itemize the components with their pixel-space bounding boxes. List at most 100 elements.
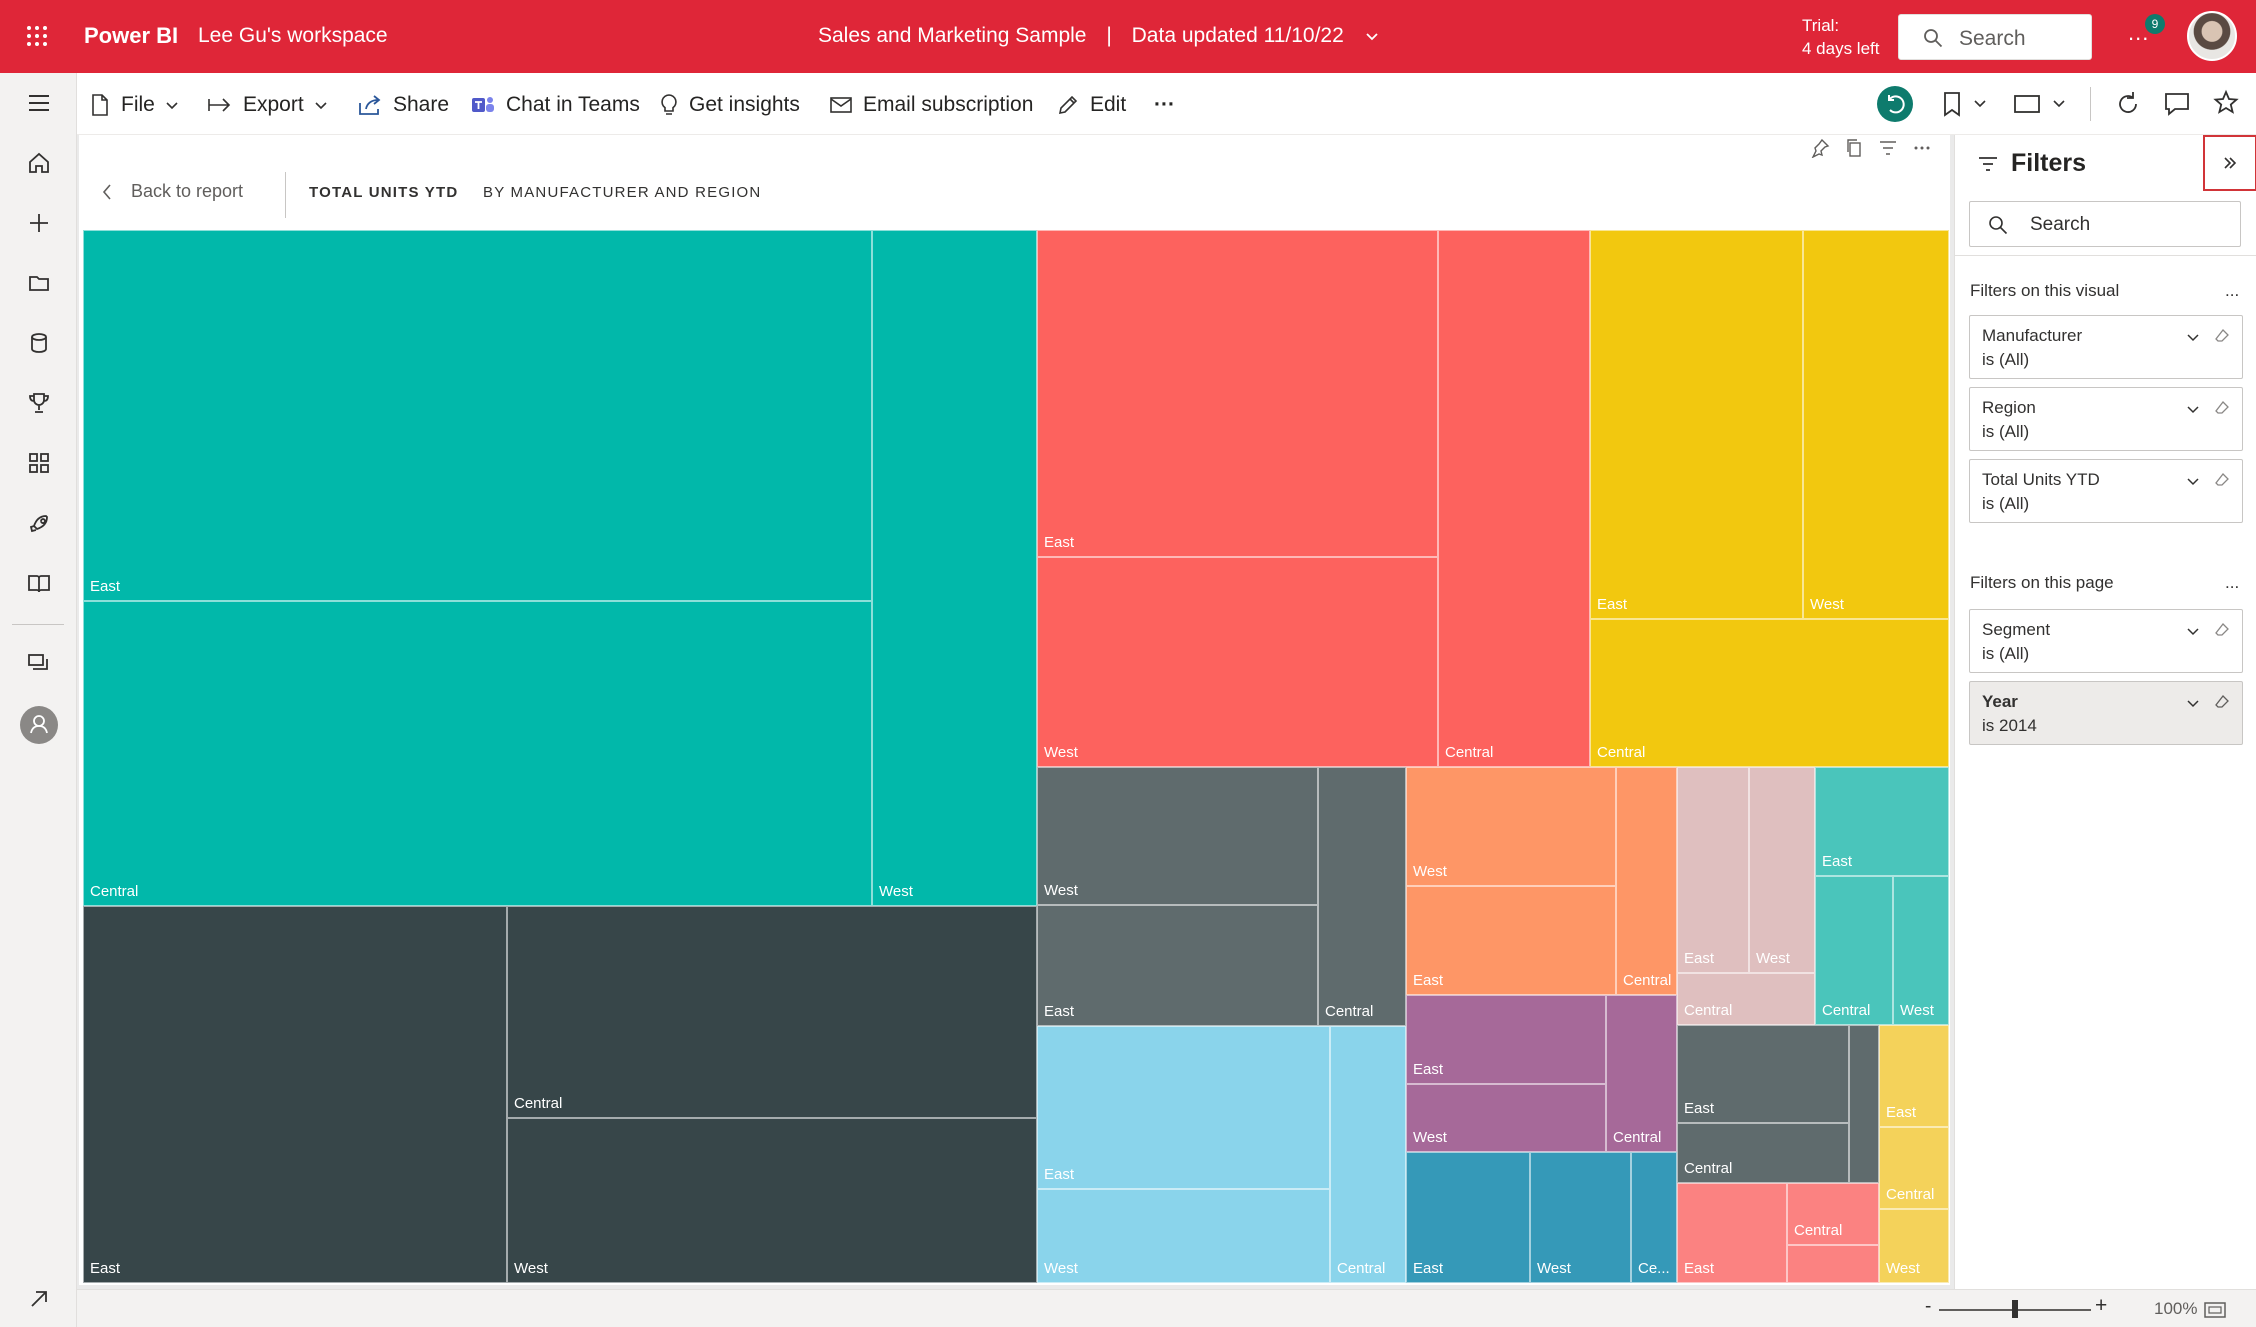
app-launcher-icon[interactable] [25,24,49,48]
create-plus-icon[interactable] [26,210,52,236]
treemap-tile[interactable]: East [83,230,872,601]
treemap-tile[interactable]: East [1037,1026,1330,1189]
fit-to-page-icon[interactable] [2203,1301,2227,1319]
treemap-manufacturer-palma[interactable]: EastCentralWestPalma [1879,1025,1949,1283]
visual-filters-more-button[interactable]: ... [2225,281,2239,301]
treemap-tile[interactable]: East [1677,1183,1787,1283]
treemap-tile[interactable]: East [1879,1025,1949,1127]
treemap-tile[interactable]: West [872,230,1037,906]
goals-trophy-icon[interactable] [26,390,52,416]
zoom-slider-thumb[interactable] [2012,1300,2018,1318]
treemap-tile[interactable]: Central [507,906,1037,1118]
treemap-tile[interactable]: Central [1616,767,1677,995]
filter-card-manufacturer[interactable]: Manufacturer is (All) [1969,315,2243,379]
treemap-tile[interactable]: Ce... [1631,1152,1677,1283]
clear-filter-eraser-icon[interactable] [2214,694,2230,710]
hamburger-menu-icon[interactable] [26,90,52,116]
home-icon[interactable] [26,150,52,176]
chevron-down-icon[interactable] [2186,474,2200,488]
treemap-tile[interactable]: East [1677,1025,1849,1123]
export-menu-button[interactable]: Export [207,91,328,119]
clear-filter-eraser-icon[interactable] [2214,472,2230,488]
treemap-manufacturer-leo[interactable]: EastCentralWestLeo [1815,767,1949,1025]
treemap-tile[interactable]: West [1803,230,1949,619]
trial-status[interactable]: Trial: 4 days left [1802,14,1880,60]
treemap-manufacturer-pirum[interactable]: EastWestCentralPirum [1590,230,1949,767]
chat-in-teams-button[interactable]: Chat in Teams [470,91,640,119]
collapse-filters-button[interactable] [2203,135,2256,191]
global-search-input[interactable]: Search [1898,14,2092,60]
refresh-icon[interactable] [2113,87,2143,121]
data-hub-icon[interactable] [26,330,52,356]
user-avatar[interactable] [2187,11,2237,61]
bookmark-icon[interactable] [1939,87,1993,121]
treemap-tile[interactable]: East [1677,767,1749,973]
chevron-down-icon[interactable] [2186,624,2200,638]
report-name[interactable]: Sales and Marketing Sample [818,24,1086,47]
treemap-tile[interactable]: Central [1330,1026,1406,1283]
treemap-tile[interactable]: East [1037,905,1318,1026]
treemap-manufacturer-victoria[interactable]: EastWestCentralVictoria [1406,995,1677,1152]
back-to-report-link[interactable]: Back to report [101,181,243,202]
filter-card-region[interactable]: Region is (All) [1969,387,2243,451]
email-subscription-button[interactable]: Email subscription [829,91,1033,119]
treemap-tile[interactable]: West [1893,876,1949,1025]
notification-badge[interactable]: 9 [2145,14,2165,34]
pin-icon[interactable] [1810,138,1830,158]
treemap-tile[interactable]: East [83,906,507,1283]
share-button[interactable]: Share [357,91,449,119]
filters-search-input[interactable]: Search [1969,201,2241,247]
brand-title[interactable]: Power BI [84,23,178,49]
learn-book-icon[interactable] [26,570,52,596]
filter-card-total-units-ytd[interactable]: Total Units YTD is (All) [1969,459,2243,523]
treemap-tile[interactable]: East [1815,767,1949,876]
treemap-manufacturer-quibus[interactable]: WestEastCentralQuibus [1037,767,1406,1026]
treemap-manufacturer-salvus[interactable]: EastCentralSalvus [1677,1183,1879,1283]
chevron-down-icon[interactable] [1364,28,1380,44]
treemap-tile[interactable]: West [1037,1189,1330,1283]
treemap-tile[interactable]: Central [1787,1183,1879,1245]
apps-icon[interactable] [26,450,52,476]
filter-icon[interactable] [1878,138,1898,158]
edit-button[interactable]: Edit [1056,91,1126,119]
treemap-tile[interactable]: East [1037,230,1438,557]
treemap-tile[interactable]: Central [1606,995,1677,1152]
treemap-tile[interactable]: Central [1438,230,1590,767]
clear-filter-eraser-icon[interactable] [2214,328,2230,344]
treemap-manufacturer-vanarsdel[interactable]: EastCentralWestVanArsdel [83,230,1037,906]
file-menu-button[interactable]: File [89,91,179,119]
treemap-manufacturer-fama[interactable]: EastWestCentralFama [1677,767,1815,1025]
treemap-tile[interactable]: Central [1677,973,1815,1025]
treemap-manufacturer-natura[interactable]: EastCentralWestNatura [83,906,1037,1283]
copy-visual-icon[interactable] [1844,138,1864,158]
zoom-in-button[interactable]: + [2095,1294,2107,1318]
treemap-manufacturer-abbas[interactable]: WestEastCentralAbbas [1406,767,1677,995]
treemap-tile[interactable]: West [1749,767,1815,973]
zoom-out-button[interactable]: - [1925,1296,1931,1318]
treemap-manufacturer-barba[interactable]: EastCentralBarba [1677,1025,1879,1183]
treemap-manufacturer-currus[interactable]: EastWestCentralCurrus [1037,1026,1406,1283]
treemap-tile[interactable]: East [1590,230,1803,619]
view-layout-icon[interactable] [2012,87,2074,121]
expand-arrow-icon[interactable] [26,1286,52,1312]
treemap-tile[interactable]: West [1879,1209,1949,1283]
clear-filter-eraser-icon[interactable] [2214,622,2230,638]
treemap-tile[interactable]: East [1406,995,1606,1084]
treemap-tile[interactable]: East [1406,886,1616,995]
treemap-tile[interactable]: West [1037,557,1438,767]
workspace-link[interactable]: Lee Gu's workspace [198,24,388,48]
my-workspace-avatar-icon[interactable] [20,706,58,744]
report-title-group[interactable]: Sales and Marketing Sample | Data update… [818,24,1380,48]
treemap-tile[interactable]: West [1037,767,1318,905]
chevron-down-icon[interactable] [2186,696,2200,710]
treemap-tile[interactable]: Central [1815,876,1893,1025]
treemap-tile[interactable]: West [1530,1152,1631,1283]
data-updated-label[interactable]: Data updated 11/10/22 [1132,24,1344,47]
treemap-manufacturer-pomum[interactable]: EastWestCe...Pomum [1406,1152,1677,1283]
more-options-icon[interactable] [1912,138,1932,158]
workspaces-icon[interactable] [26,650,52,676]
toolbar-more-button[interactable]: ··· [1154,91,1175,119]
favorite-star-icon[interactable] [2211,87,2241,121]
chevron-down-icon[interactable] [2186,402,2200,416]
treemap-tile[interactable]: Central [1677,1123,1849,1183]
